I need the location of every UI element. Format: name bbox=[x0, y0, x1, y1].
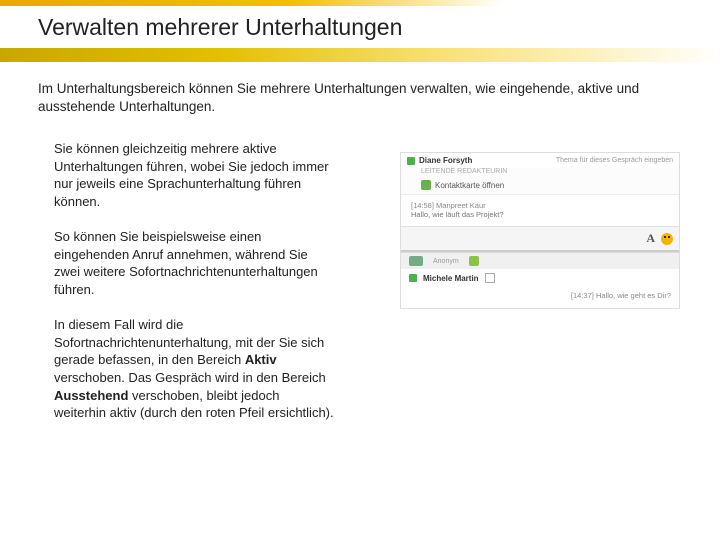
page-title: Verwalten mehrerer Unterhaltungen bbox=[38, 14, 402, 41]
accent-title-underline bbox=[0, 48, 720, 62]
body-text: Sie können gleichzeitig mehrere aktive U… bbox=[54, 140, 334, 440]
chat-screenshot: Diane Forsyth Thema für dieses Gespräch … bbox=[400, 152, 680, 309]
emoji-icon bbox=[661, 233, 673, 245]
paragraph-3: In diesem Fall wird die Sofortnachrichte… bbox=[54, 316, 334, 421]
message-text-2: [14:37] Hallo, wie geht es Dir? bbox=[571, 291, 671, 300]
contact-status: Kontaktkarte öffnen bbox=[435, 181, 504, 190]
presence-icon bbox=[407, 157, 415, 165]
paragraph-2: So können Sie beispielsweise einen einge… bbox=[54, 228, 334, 298]
message-meta: [14:58] Manpreet Kaur bbox=[411, 201, 669, 210]
document-icon bbox=[485, 273, 495, 283]
anon-label: Anonym bbox=[433, 258, 459, 265]
contact-name: Diane Forsyth bbox=[419, 156, 472, 165]
anonymous-bar: Anonym bbox=[401, 252, 679, 269]
accent-top-bar bbox=[0, 0, 720, 6]
phone-icon bbox=[421, 180, 431, 190]
contact-actions: Kontaktkarte öffnen bbox=[401, 178, 679, 194]
message-area: [14:58] Manpreet Kaur Hallo, wie läuft d… bbox=[401, 194, 679, 226]
contact-header-2: Michele Martin bbox=[401, 269, 679, 287]
font-icon: A bbox=[646, 231, 655, 246]
message-area-2: [14:37] Hallo, wie geht es Dir? bbox=[401, 287, 679, 308]
message-text: Hallo, wie läuft das Projekt? bbox=[411, 210, 669, 219]
contact-header: Diane Forsyth Thema für dieses Gespräch … bbox=[401, 153, 679, 168]
contact-name-2: Michele Martin bbox=[423, 274, 479, 283]
presence-icon bbox=[409, 274, 417, 282]
topic-hint: Thema für dieses Gespräch eingeben bbox=[556, 157, 673, 164]
input-toolbar: A bbox=[401, 226, 679, 250]
phone-icon bbox=[469, 256, 479, 266]
conversation-panel-1: Diane Forsyth Thema für dieses Gespräch … bbox=[401, 153, 679, 252]
anon-icon bbox=[409, 256, 423, 266]
paragraph-1: Sie können gleichzeitig mehrere aktive U… bbox=[54, 140, 334, 210]
intro-text: Im Unterhaltungsbereich können Sie mehre… bbox=[38, 80, 680, 116]
contact-role: LEITENDE REDAKTEURIN bbox=[401, 168, 679, 178]
conversation-panel-2: Michele Martin [14:37] Hallo, wie geht e… bbox=[401, 269, 679, 308]
